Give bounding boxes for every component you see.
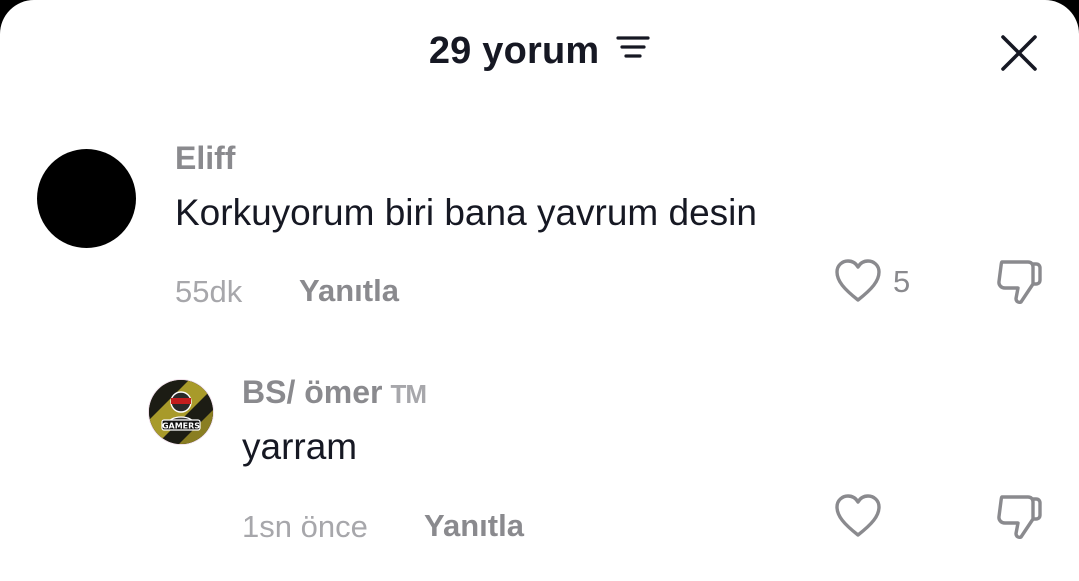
reply-button[interactable]: Yanıtla xyxy=(424,508,524,544)
gamer-logo-avatar: GAMERS xyxy=(149,380,213,444)
username-text: BS/ ömer xyxy=(242,374,383,410)
like-button[interactable] xyxy=(834,258,882,309)
dislike-button[interactable] xyxy=(994,258,1044,311)
dislike-button[interactable] xyxy=(994,493,1044,546)
avatar[interactable]: GAMERS xyxy=(149,380,213,444)
comment-username[interactable]: Eliff xyxy=(175,140,235,177)
heart-icon xyxy=(835,259,881,302)
comment-text: Korkuyorum biri bana yavrum desin xyxy=(175,192,757,233)
avatar-logo-text: GAMERS xyxy=(162,422,200,431)
heart-icon xyxy=(835,494,881,537)
comment-count-title: 29 yorum xyxy=(428,30,600,72)
comment-username[interactable]: BS/ ömer TM xyxy=(242,374,427,411)
comment-timestamp: 1sn önce xyxy=(242,509,368,544)
thumbs-down-icon xyxy=(997,495,1042,539)
thumbs-down-icon xyxy=(997,260,1042,304)
reply-button[interactable]: Yanıtla xyxy=(299,273,399,309)
comments-header: 29 yorum xyxy=(0,30,1079,74)
avatar[interactable] xyxy=(37,149,136,248)
comments-sheet: 29 yorum Eliff Korkuyorum biri bana yavr… xyxy=(0,0,1079,581)
comment-timestamp: 55dk xyxy=(175,274,243,309)
close-icon xyxy=(1001,35,1037,71)
comment-text: yarram xyxy=(242,426,358,467)
close-button[interactable] xyxy=(996,30,1042,76)
filter-lines-icon[interactable] xyxy=(616,27,650,70)
like-count: 5 xyxy=(893,264,911,299)
like-button[interactable] xyxy=(834,493,882,544)
trademark-badge: TM xyxy=(390,379,427,409)
